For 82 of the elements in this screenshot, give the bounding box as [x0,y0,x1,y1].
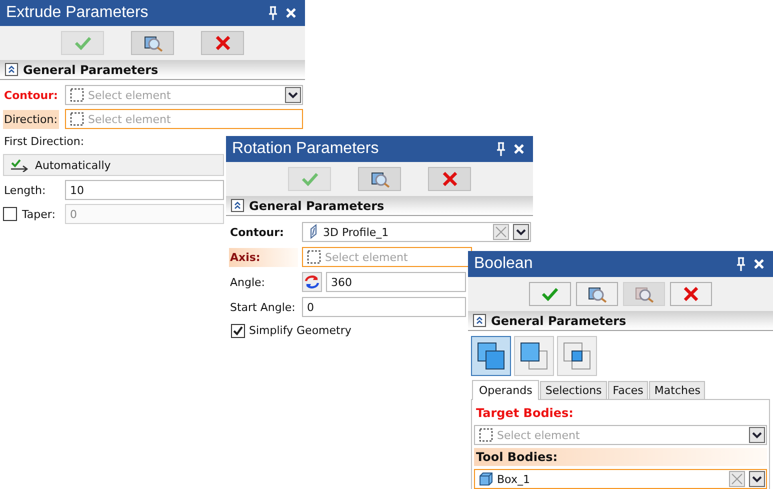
check-icon [541,287,559,301]
mode-button[interactable] [557,336,597,376]
close-icon[interactable] [285,7,297,19]
checkbox-label: Simplify Geometry [249,324,352,337]
selection-icon [479,428,493,442]
field-label: Target Bodies: [475,405,574,422]
mode-button[interactable] [471,336,511,376]
section-title: General Parameters [23,62,158,76]
tab[interactable]: Selections [540,381,607,399]
field-label: Contour: [3,88,59,104]
pin-icon[interactable] [267,6,279,20]
select-field[interactable]: 3D Profile_1 [302,222,531,242]
field-label: Length: [3,182,47,198]
field-label: Angle: [229,274,266,290]
select-field[interactable]: Box_1 [474,469,767,489]
field-label: First Direction: [3,134,86,150]
selection-icon [70,88,84,102]
close-icon [683,286,699,302]
field-text[interactable]: Select element [497,428,745,442]
tab[interactable]: Faces [608,381,648,399]
field-text[interactable]: 3D Profile_1 [323,226,489,238]
check-icon [74,36,92,50]
pin-icon[interactable] [735,257,747,271]
close-icon[interactable] [753,258,765,270]
flip-icon[interactable] [302,272,322,292]
close-icon[interactable] [513,143,525,155]
field-text[interactable]: Box_1 [497,472,725,486]
magnifier-icon [142,34,162,52]
window-title: Extrude Parameters [6,4,150,22]
dropdown-icon[interactable] [749,471,765,487]
preview-button[interactable] [576,282,618,306]
magnifier-icon [634,285,654,303]
field-label: Contour: [229,224,285,240]
input-field[interactable]: Select element [65,109,303,129]
pin-icon[interactable] [495,142,507,156]
field-label: Taper: [21,206,56,222]
field-label: Start Angle: [229,300,296,316]
dropdown-icon[interactable] [285,87,301,103]
field-label: Direction: [3,110,60,128]
check-icon [300,172,318,186]
field-text[interactable]: Select element [88,112,301,126]
cube-icon [479,472,493,486]
overlap-squares-icon [476,341,506,371]
close-icon [214,35,230,51]
section-title: General Parameters [249,198,384,212]
cancel-button[interactable] [428,167,471,191]
tab[interactable]: Operands [472,380,540,400]
magnifier-icon [370,170,390,188]
preview-button[interactable] [131,31,174,55]
option-button[interactable]: Automatically [3,154,224,176]
direction-icon [10,158,30,172]
field-text[interactable]: Select element [325,250,470,264]
input-field[interactable]: Select element [302,247,472,267]
field-label: Tool Bodies: [474,448,767,466]
field-label: Axis: [229,248,298,266]
dropdown-icon[interactable] [513,224,529,240]
select-field[interactable]: Select element [65,85,303,105]
ok-button[interactable] [529,282,571,306]
mode-button[interactable] [514,336,554,376]
collapse-icon[interactable] [231,199,244,212]
cancel-button[interactable] [201,31,244,55]
select-field[interactable]: Select element [474,425,767,445]
preview-button[interactable] [358,167,401,191]
checkbox[interactable] [231,324,245,338]
cancel-button[interactable] [670,282,712,306]
number-field[interactable]: 360 [326,272,466,292]
window-title: Rotation Parameters [232,140,380,158]
magnifier-icon [587,285,607,303]
collapse-icon[interactable] [473,314,486,327]
number-field[interactable]: 0 [302,297,466,317]
overlap-squares-icon [519,341,549,371]
dropdown-icon[interactable] [749,427,765,443]
collapse-icon[interactable] [5,63,18,76]
field-text[interactable]: Select element [88,88,281,102]
number-field[interactable]: 10 [65,180,224,200]
section-title: General Parameters [491,314,626,328]
tab[interactable]: Matches [649,381,706,399]
selection-icon [307,250,321,264]
selection-icon [70,112,84,126]
overlap-squares-icon [562,341,592,371]
window-title: Boolean [474,255,534,273]
close-icon [442,171,458,187]
